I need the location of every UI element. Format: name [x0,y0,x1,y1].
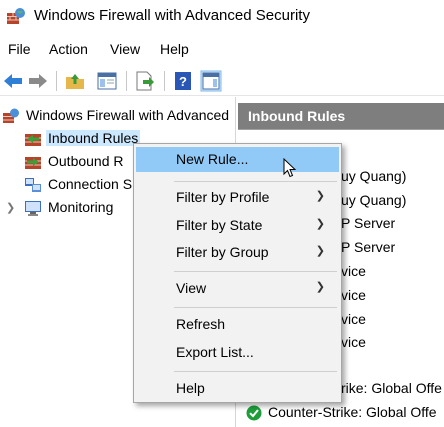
tree-item-label: Connection S [48,176,133,192]
menu-view[interactable]: View [110,41,140,57]
menu-help[interactable]: Help [160,41,189,57]
menu-item-refresh[interactable]: Refresh [136,312,339,337]
toolbar-separator [126,71,127,91]
enabled-check-icon [246,405,262,421]
rule-name: vice [341,287,366,303]
submenu-arrow-icon: ❯ [315,245,325,257]
rule-name: P Server [341,215,396,231]
menu-action[interactable]: Action [49,41,88,57]
rule-row[interactable]: vice [341,263,366,279]
submenu-arrow-icon: ❯ [315,190,325,202]
rule-name: vice [341,263,366,279]
menu-item-label: View [176,280,207,296]
menu-file[interactable]: File [8,41,31,57]
menu-item-label: Filter by Profile [176,189,270,205]
rule-row[interactable]: uy Quang) [341,192,406,208]
menu-item-filter-by-profile[interactable]: Filter by Profile ❯ [136,185,339,210]
tree-item-label: Inbound Rules [46,130,141,146]
panel-header-label: Inbound Rules [248,108,346,124]
inbound-rules-icon [25,134,41,146]
expand-chevron-icon[interactable]: ❯ [6,201,16,214]
menu-item-new-rule[interactable]: New Rule... [136,147,339,172]
menu-item-filter-by-state[interactable]: Filter by State ❯ [136,213,339,238]
svg-text:?: ? [179,74,187,89]
tree-item-label: Outbound R [48,153,124,169]
menu-item-label: Filter by State [176,217,263,233]
context-menu: New Rule... Filter by Profile ❯ Filter b… [133,143,342,403]
menu-separator [174,371,337,372]
firewall-app-icon [7,8,25,24]
menu-item-label: New Rule... [176,151,249,167]
back-arrow-icon[interactable] [2,70,24,92]
monitoring-icon [25,201,41,216]
panel-header: Inbound Rules [238,103,444,129]
export-list-icon[interactable] [134,70,156,92]
rule-name: Counter-Strike: Global Offe [268,404,437,420]
firewall-icon [3,108,19,123]
rule-name: uy Quang) [341,192,407,208]
menu-separator [174,181,337,182]
title-bar[interactable]: Windows Firewall with Advanced Security [0,0,444,34]
outbound-rules-icon [25,157,41,169]
rule-row[interactable]: vice [341,287,366,303]
tree-item-label: Monitoring [48,199,114,215]
menu-separator [174,307,337,308]
tree-root[interactable]: Windows Firewall with Advanced [2,105,235,127]
action-pane-icon[interactable] [200,70,222,92]
rule-row[interactable]: vice [341,311,366,327]
menu-item-label: Refresh [176,316,226,332]
menu-item-label: Help [176,380,205,396]
menu-item-help[interactable]: Help [136,376,339,401]
submenu-arrow-icon: ❯ [315,281,325,293]
toolbar-separator [164,71,165,91]
rule-row[interactable]: uy Quang) [341,168,406,184]
rule-name: P Server [341,239,396,255]
rule-name: uy Quang) [341,168,407,184]
help-icon[interactable]: ? [172,70,194,92]
rule-row[interactable]: rike: Global Offe [341,380,442,396]
rule-name: rike: Global Offe [341,380,442,396]
toolbar-separator [56,71,57,91]
menu-item-label: Filter by Group [176,244,269,260]
rule-name: vice [341,311,366,327]
tree-root-label: Windows Firewall with Advanced [26,107,230,123]
rule-row[interactable]: P Server [341,239,395,255]
show-hide-tree-icon[interactable] [96,70,118,92]
submenu-arrow-icon: ❯ [315,218,325,230]
firewall-window: Windows Firewall with Advanced Security … [0,0,444,427]
menu-separator [174,271,337,272]
rule-name: vice [341,334,366,350]
connection-security-icon [25,178,41,192]
rule-row[interactable]: vice [341,334,366,350]
toolbar: ? [0,66,444,96]
menu-item-view[interactable]: View ❯ [136,276,339,301]
mouse-pointer-icon [283,158,297,178]
menu-item-label: Export List... [176,344,254,360]
rule-row[interactable]: P Server [341,215,395,231]
window-title: Windows Firewall with Advanced Security [34,7,310,24]
divider [238,129,444,130]
forward-arrow-icon[interactable] [27,70,49,92]
menu-item-export-list[interactable]: Export List... [136,340,339,365]
folder-up-icon[interactable] [64,70,86,92]
menu-bar: File Action View Help [0,38,444,62]
menu-item-filter-by-group[interactable]: Filter by Group ❯ [136,240,339,265]
